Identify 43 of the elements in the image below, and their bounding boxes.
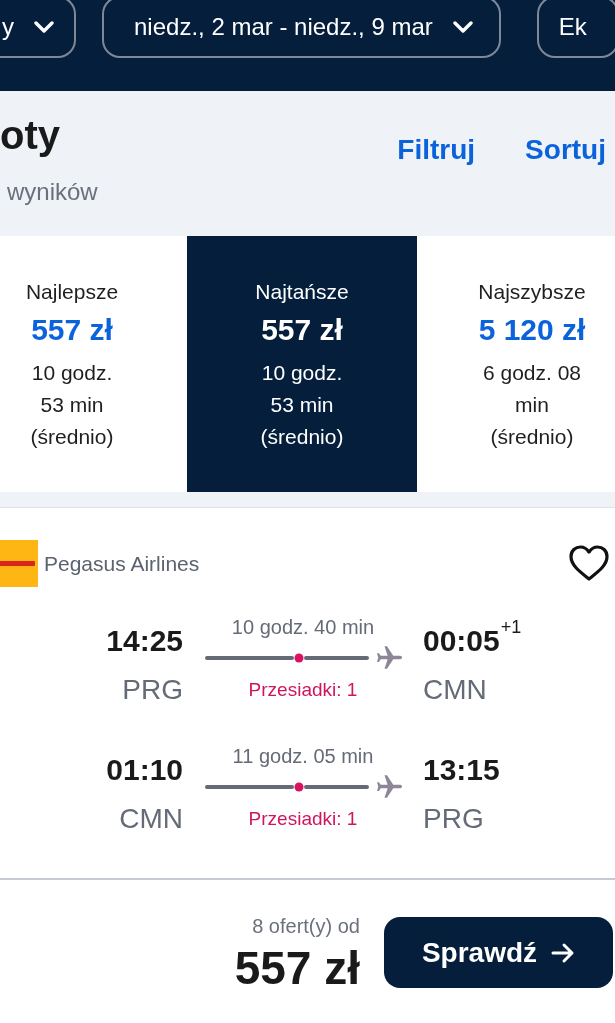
tab-label: Najlepsze	[25, 279, 119, 305]
departure-time: 14:25	[106, 623, 183, 659]
sort-tab[interactable]: Najlepsze 557 zł 10 godz. 53 min (średnio)	[0, 236, 187, 492]
header-link[interactable]: Filtruj	[397, 133, 476, 167]
header-link[interactable]: Sortuj	[525, 133, 606, 167]
results-count: wyników	[6, 177, 98, 207]
tab-price: 557 zł	[261, 312, 343, 348]
tab-duration: 6 godz. 08 min (średnio)	[482, 360, 582, 450]
tab-duration: 10 godz. 53 min (średnio)	[29, 360, 115, 450]
check-button[interactable]: Sprawdź	[384, 917, 613, 988]
departure-airport: PRG	[122, 673, 183, 707]
offers-count: 8 ofert(y) od	[252, 914, 360, 938]
tab-label: Najszybsze	[478, 279, 586, 305]
day-offset: +1	[500, 617, 522, 637]
arrival-airport: PRG	[423, 802, 484, 836]
arrival-time: 00:05	[423, 623, 500, 659]
tab-duration: 10 godz. 53 min (średnio)	[259, 360, 345, 450]
tab-price: 5 120 zł	[478, 312, 586, 348]
arrow-right-icon	[551, 941, 576, 964]
airline-name: Pegasus Airlines	[44, 550, 200, 577]
flight-duration: 11 godz. 05 min	[232, 744, 374, 769]
stops-label: Przesiadki: 1	[248, 807, 358, 831]
sort-tab[interactable]: Najszybsze 5 120 zł 6 godz. 08 min (średnio)	[417, 236, 615, 492]
page-title: oty	[0, 112, 61, 159]
stops-label: Przesiadki: 1	[248, 678, 358, 702]
tab-price: 557 zł	[31, 312, 113, 348]
airline-logo-icon	[0, 540, 38, 587]
filter-dropdown[interactable]: y	[0, 0, 76, 58]
heart-icon[interactable]	[569, 545, 609, 582]
stop-dot-icon	[294, 782, 303, 791]
airplane-icon	[376, 646, 402, 669]
airplane-icon	[376, 775, 402, 798]
total-price: 557 zł	[234, 942, 360, 994]
filter-dropdown[interactable]: Ek	[536, 0, 615, 58]
departure-airport: CMN	[119, 802, 183, 836]
filter-dropdown[interactable]: niedz., 2 mar - niedz., 9 mar	[102, 0, 501, 58]
arrival-time: 13:15	[423, 752, 500, 788]
sort-tab[interactable]: Najtańsze 557 zł 10 godz. 53 min (średnio)	[187, 236, 417, 492]
stop-dot-icon	[294, 653, 303, 662]
arrival-airport: CMN	[423, 673, 487, 707]
tab-label: Najtańsze	[255, 279, 349, 305]
departure-time: 01:10	[106, 752, 183, 788]
flight-duration: 10 godz. 40 min	[231, 615, 375, 640]
